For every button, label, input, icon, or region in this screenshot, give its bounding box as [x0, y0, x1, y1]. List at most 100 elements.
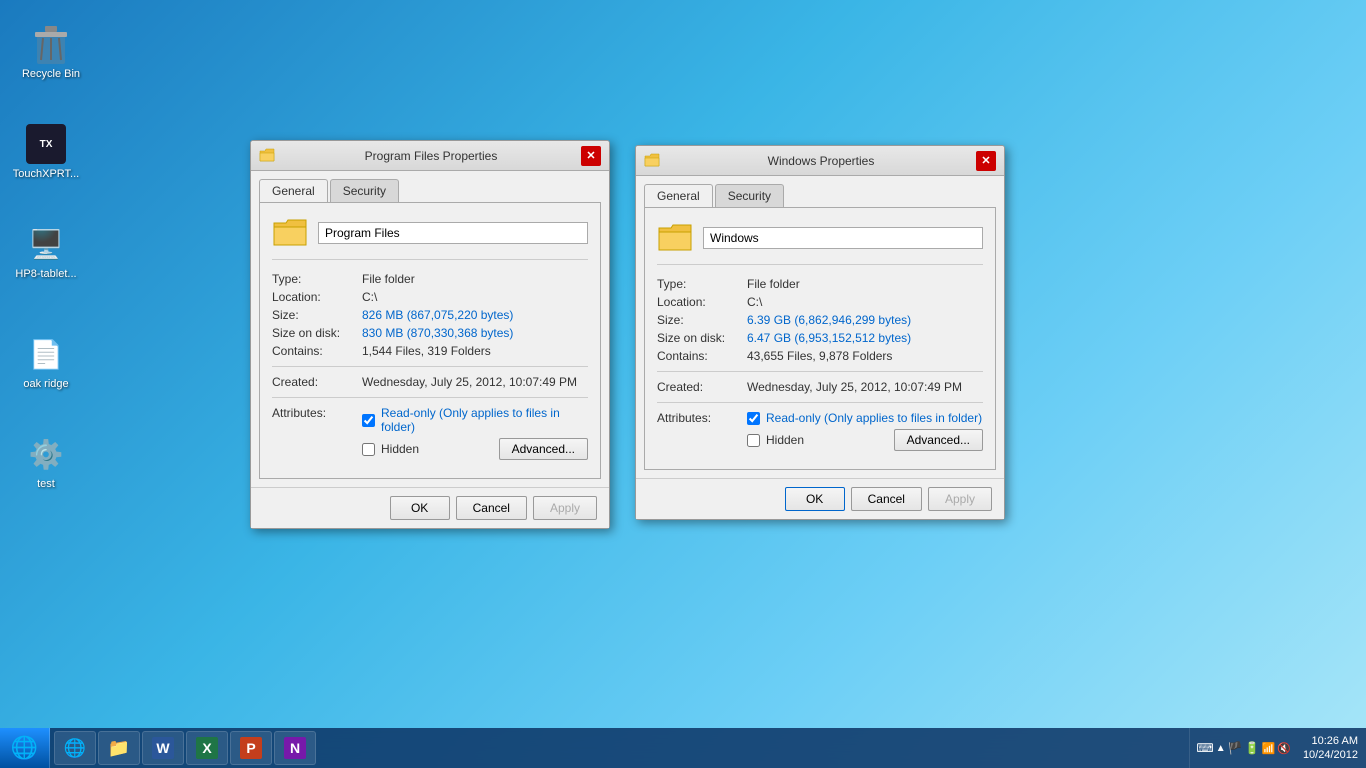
dialog2-footer: OK Cancel Apply: [636, 478, 1004, 519]
dialog2-type-value: File folder: [747, 277, 800, 291]
dialog2-size-disk-value: 6.47 GB (6,953,152,512 bytes): [747, 331, 911, 345]
dialog2-ok-button[interactable]: OK: [785, 487, 845, 511]
taskbar-item-powerpoint[interactable]: P: [230, 731, 272, 765]
dialog1-tab-content: Type: File folder Location: C:\ Size: 82…: [259, 202, 601, 479]
start-button[interactable]: 🌐: [0, 728, 50, 768]
dialog2-hidden-checkbox[interactable]: [747, 434, 760, 447]
dialog2-cancel-button[interactable]: Cancel: [851, 487, 922, 511]
dialog1-ok-button[interactable]: OK: [390, 496, 450, 520]
taskbar-item-explorer[interactable]: 📁: [98, 731, 140, 765]
taskbar-item-word[interactable]: W: [142, 731, 184, 765]
dialog1-folder-name-input[interactable]: [318, 222, 588, 244]
taskbar: 🌐 🌐 📁 W X P N: [0, 728, 1366, 768]
taskbar-item-excel[interactable]: X: [186, 731, 228, 765]
taskbar-item-onenote[interactable]: N: [274, 731, 316, 765]
dialog1-title: Program Files Properties: [281, 149, 581, 163]
dialog2-attr-label: Attributes:: [657, 411, 747, 453]
dialog2-close-button[interactable]: ✕: [976, 151, 996, 171]
recycle-bin-icon[interactable]: Recycle Bin: [15, 20, 87, 84]
dialog1-location-value: C:\: [362, 290, 377, 304]
dialog1-size-value: 826 MB (867,075,220 bytes): [362, 308, 513, 322]
dialog1-readonly-label: Read-only (Only applies to files in fold…: [381, 406, 588, 434]
taskbar-items: 🌐 📁 W X P N: [50, 728, 1181, 768]
dialog2-advanced-button[interactable]: Advanced...: [894, 429, 983, 451]
excel-icon: X: [195, 736, 219, 760]
dialog2-created-value: Wednesday, July 25, 2012, 10:07:49 PM: [747, 380, 962, 394]
ie-icon: 🌐: [63, 736, 87, 760]
dialog1-created-value: Wednesday, July 25, 2012, 10:07:49 PM: [362, 375, 577, 389]
dialog2-readonly-checkbox[interactable]: [747, 412, 760, 425]
clock-date: 10/24/2012: [1303, 748, 1358, 762]
windows-titlebar: Windows Properties ✕: [636, 146, 1004, 176]
dialog1-tabs: General Security: [259, 179, 601, 202]
network-icon: 📶: [1262, 742, 1276, 755]
dialog1-cancel-button[interactable]: Cancel: [456, 496, 527, 520]
dialog1-contains-label: Contains:: [272, 344, 362, 358]
dialog2-title: Windows Properties: [666, 154, 976, 168]
dialog1-attr-label: Attributes:: [272, 406, 362, 462]
test-icon[interactable]: ⚙️ test: [10, 430, 82, 494]
dialog2-folder-name-input[interactable]: [703, 227, 983, 249]
hp8-tablet-icon[interactable]: 🖥️ HP8-tablet...: [10, 220, 82, 284]
dialog1-close-button[interactable]: ✕: [581, 146, 601, 166]
dialog1-tab-security[interactable]: Security: [330, 179, 399, 202]
system-tray: ⌨ ▲ 🏴 🔋 📶 🔇: [1189, 728, 1297, 768]
dialog2-location-label: Location:: [657, 295, 747, 309]
onenote-icon: N: [283, 736, 307, 760]
dialog2-header: [657, 220, 983, 265]
dialog1-tab-general[interactable]: General: [259, 179, 328, 202]
dialog2-size-label: Size:: [657, 313, 747, 327]
taskbar-item-ie[interactable]: 🌐: [54, 731, 96, 765]
clock-time: 10:26 AM: [1303, 734, 1358, 748]
dialog2-readonly-label: Read-only (Only applies to files in fold…: [766, 411, 982, 425]
dialog1-location-label: Location:: [272, 290, 362, 304]
dialog1-advanced-button[interactable]: Advanced...: [499, 438, 588, 460]
dialog2-tab-security[interactable]: Security: [715, 184, 784, 207]
dialog1-attributes: Attributes: Read-only (Only applies to f…: [272, 406, 588, 462]
dialog1-size-disk-label: Size on disk:: [272, 326, 362, 340]
arrow-up-icon[interactable]: ▲: [1216, 743, 1226, 754]
word-icon: W: [151, 736, 175, 760]
taskbar-clock[interactable]: 10:26 AM 10/24/2012: [1303, 734, 1358, 763]
flag-icon: 🏴: [1228, 741, 1243, 755]
dialog2-contains-value: 43,655 Files, 9,878 Folders: [747, 349, 892, 363]
test-image: ⚙️: [26, 434, 66, 474]
powerpoint-icon: P: [239, 736, 263, 760]
touchxprt-icon[interactable]: TX TouchXPRT...: [10, 120, 82, 184]
recycle-bin-label: Recycle Bin: [22, 68, 80, 80]
dialog2-size-value: 6.39 GB (6,862,946,299 bytes): [747, 313, 911, 327]
hp8-tablet-label: HP8-tablet...: [15, 268, 76, 280]
dialog2-folder-large: [657, 220, 693, 256]
dialog1-hidden-checkbox[interactable]: [362, 443, 375, 456]
dialog1-properties: Type: File folder Location: C:\ Size: 82…: [272, 272, 588, 358]
file-explorer-icon: 📁: [107, 736, 131, 760]
dialog2-apply-button[interactable]: Apply: [928, 487, 992, 511]
dialog1-apply-button[interactable]: Apply: [533, 496, 597, 520]
keyboard-icon: ⌨: [1196, 741, 1213, 755]
dialog2-attributes: Attributes: Read-only (Only applies to f…: [657, 411, 983, 453]
oak-ridge-image: 📄: [26, 334, 66, 374]
dialog2-location-value: C:\: [747, 295, 762, 309]
dialog1-contains-value: 1,544 Files, 319 Folders: [362, 344, 491, 358]
dialog1-folder-large: [272, 215, 308, 251]
oak-ridge-icon[interactable]: 📄 oak ridge: [10, 330, 82, 394]
hp8-tablet-image: 🖥️: [26, 224, 66, 264]
dialog2-contains-label: Contains:: [657, 349, 747, 363]
dialog1-readonly-checkbox[interactable]: [362, 414, 375, 427]
volume-icon: 🔇: [1277, 742, 1291, 755]
dialog2-folder-icon: [644, 153, 660, 169]
dialog2-type-label: Type:: [657, 277, 747, 291]
dialog1-size-disk-value: 830 MB (870,330,368 bytes): [362, 326, 513, 340]
ie-start-icon: 🌐: [11, 735, 38, 761]
battery-icon: 🔋: [1245, 741, 1260, 755]
dialog2-content: General Security Type: File folder: [636, 176, 1004, 478]
dialog2-tab-general[interactable]: General: [644, 184, 713, 207]
touchxprt-image: TX: [26, 124, 66, 164]
dialog1-size-label: Size:: [272, 308, 362, 322]
dialog2-properties: Type: File folder Location: C:\ Size: 6.…: [657, 277, 983, 363]
recycle-bin-image: [31, 24, 71, 64]
oak-ridge-label: oak ridge: [23, 378, 68, 390]
touchxprt-label: TouchXPRT...: [13, 168, 79, 180]
dialog2-hidden-label: Hidden: [766, 433, 804, 447]
dialog2-tabs: General Security: [644, 184, 996, 207]
